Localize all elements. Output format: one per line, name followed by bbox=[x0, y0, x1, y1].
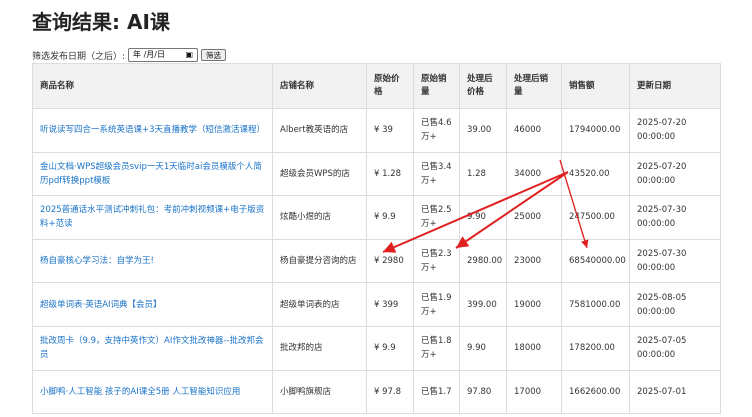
updated-cell: 2025-07-01 bbox=[629, 369, 721, 415]
col-header-price[interactable]: 处理后价格 bbox=[459, 63, 507, 109]
updated-cell: 2025-07-05 00:00:00 bbox=[629, 325, 721, 371]
price-cell: 9.90 bbox=[459, 325, 507, 371]
sales-cell: 46000 bbox=[506, 108, 562, 153]
orig-price-cell: ¥ 39 bbox=[366, 108, 414, 153]
sales-cell: 25000 bbox=[506, 195, 562, 240]
product-link[interactable]: 小脚鸭·人工智能 孩子的AI课全5册 人工智能知识应用 bbox=[32, 369, 273, 415]
col-header-sales[interactable]: 处理后销量 bbox=[506, 63, 562, 109]
price-cell: 1.28 bbox=[459, 151, 507, 197]
updated-cell: 2025-07-20 00:00:00 bbox=[629, 108, 721, 153]
revenue-cell: 178200.00 bbox=[561, 325, 630, 371]
col-header-orig-sales[interactable]: 原始销量 bbox=[413, 63, 460, 109]
revenue-cell: 1662600.00 bbox=[561, 369, 630, 415]
orig-sales-cell: 已售1.8万+ bbox=[413, 325, 460, 371]
shop-cell: 超级会员WPS的店 bbox=[272, 151, 367, 197]
sales-cell: 17000 bbox=[506, 369, 562, 415]
shop-cell: 小脚鸭旗舰店 bbox=[272, 369, 367, 415]
revenue-cell: 68540000.00 bbox=[561, 238, 630, 284]
table-row: 2025普通话水平测试冲刺礼包：考前冲刺视频课+电子版资料+范读 炫酷小煜的店 … bbox=[32, 195, 721, 240]
shop-cell: 炫酷小煜的店 bbox=[272, 195, 367, 240]
updated-cell: 2025-07-30 00:00:00 bbox=[629, 195, 721, 240]
price-cell: 9.90 bbox=[459, 195, 507, 240]
updated-cell: 2025-07-20 00:00:00 bbox=[629, 151, 721, 197]
col-header-shop[interactable]: 店铺名称 bbox=[272, 63, 367, 109]
col-header-orig-price[interactable]: 原始价格 bbox=[366, 63, 414, 109]
product-link[interactable]: 批改周卡（9.9，支持中英作文）AI作文批改神器--批改邦会员 bbox=[32, 325, 273, 371]
orig-sales-cell: 已售2.3万+ bbox=[413, 238, 460, 284]
price-cell: 97.80 bbox=[459, 369, 507, 415]
revenue-cell: 43520.00 bbox=[561, 151, 630, 197]
updated-cell: 2025-08-05 00:00:00 bbox=[629, 282, 721, 327]
filter-button[interactable]: 筛选 bbox=[201, 49, 227, 61]
col-header-updated[interactable]: 更新日期 bbox=[629, 63, 721, 109]
orig-price-cell: ¥ 9.9 bbox=[366, 195, 414, 240]
shop-cell: Albert教英语的店 bbox=[272, 108, 367, 153]
orig-price-cell: ¥ 2980 bbox=[366, 238, 414, 284]
page: 查询结果: AI课 筛选发布日期（之后）: 年 /月/日 ▣ 筛选 商品名称 店… bbox=[0, 0, 752, 417]
table-row: 金山文档·WPS超级会员svip一天1天临时ai会员模版个人简历pdf转换ppt… bbox=[32, 151, 721, 197]
table-row: 听说读写四合一系统英语课+3天直播教学（短信激活课程） Albert教英语的店 … bbox=[32, 108, 721, 153]
date-placeholder: 年 /月/日 bbox=[133, 50, 165, 59]
orig-sales-cell: 已售4.6万+ bbox=[413, 108, 460, 153]
updated-cell: 2025-07-30 00:00:00 bbox=[629, 238, 721, 284]
product-link[interactable]: 听说读写四合一系统英语课+3天直播教学（短信激活课程） bbox=[32, 108, 273, 153]
product-link[interactable]: 2025普通话水平测试冲刺礼包：考前冲刺视频课+电子版资料+范读 bbox=[32, 195, 273, 240]
orig-sales-cell: 已售2.5万+ bbox=[413, 195, 460, 240]
sales-cell: 23000 bbox=[506, 238, 562, 284]
product-link[interactable]: 金山文档·WPS超级会员svip一天1天临时ai会员模版个人简历pdf转换ppt… bbox=[32, 151, 273, 197]
price-cell: 399.00 bbox=[459, 282, 507, 327]
shop-cell: 批改邦的店 bbox=[272, 325, 367, 371]
revenue-cell: 1794000.00 bbox=[561, 108, 630, 153]
revenue-cell: 247500.00 bbox=[561, 195, 630, 240]
sales-cell: 34000 bbox=[506, 151, 562, 197]
shop-cell: 超级单词表的店 bbox=[272, 282, 367, 327]
table-row: 批改周卡（9.9，支持中英作文）AI作文批改神器--批改邦会员 批改邦的店 ¥ … bbox=[32, 325, 721, 371]
orig-sales-cell: 已售1.9万+ bbox=[413, 282, 460, 327]
orig-price-cell: ¥ 1.28 bbox=[366, 151, 414, 197]
date-filter: 筛选发布日期（之后）: 年 /月/日 ▣ 筛选 bbox=[32, 48, 227, 62]
results-table: 商品名称 店铺名称 原始价格 原始销量 处理后价格 处理后销量 销售额 更新日期… bbox=[32, 63, 721, 415]
orig-price-cell: ¥ 399 bbox=[366, 282, 414, 327]
sales-cell: 18000 bbox=[506, 325, 562, 371]
col-header-product[interactable]: 商品名称 bbox=[32, 63, 273, 109]
calendar-icon[interactable]: ▣ bbox=[185, 49, 193, 61]
table-header-row: 商品名称 店铺名称 原始价格 原始销量 处理后价格 处理后销量 销售额 更新日期 bbox=[32, 63, 721, 109]
orig-sales-cell: 已售1.7 bbox=[413, 369, 460, 415]
filter-label: 筛选发布日期（之后）: bbox=[32, 51, 126, 62]
orig-price-cell: ¥ 97.8 bbox=[366, 369, 414, 415]
product-link[interactable]: 杨自豪核心学习法：自学为王! bbox=[32, 238, 273, 284]
product-link[interactable]: 超级单词表·英语AI词典【会员】 bbox=[32, 282, 273, 327]
table-row: 杨自豪核心学习法：自学为王! 杨自豪提分咨询的店 ¥ 2980 已售2.3万+ … bbox=[32, 238, 721, 284]
table-row: 超级单词表·英语AI词典【会员】 超级单词表的店 ¥ 399 已售1.9万+ 3… bbox=[32, 282, 721, 327]
shop-cell: 杨自豪提分咨询的店 bbox=[272, 238, 367, 284]
sales-cell: 19000 bbox=[506, 282, 562, 327]
page-title: 查询结果: AI课 bbox=[32, 10, 170, 34]
orig-sales-cell: 已售3.4万+ bbox=[413, 151, 460, 197]
price-cell: 2980.00 bbox=[459, 238, 507, 284]
orig-price-cell: ¥ 9.9 bbox=[366, 325, 414, 371]
date-input[interactable]: 年 /月/日 ▣ bbox=[128, 48, 199, 62]
table-row: 小脚鸭·人工智能 孩子的AI课全5册 人工智能知识应用 小脚鸭旗舰店 ¥ 97.… bbox=[32, 369, 721, 415]
price-cell: 39.00 bbox=[459, 108, 507, 153]
col-header-revenue[interactable]: 销售额 bbox=[561, 63, 630, 109]
revenue-cell: 7581000.00 bbox=[561, 282, 630, 327]
